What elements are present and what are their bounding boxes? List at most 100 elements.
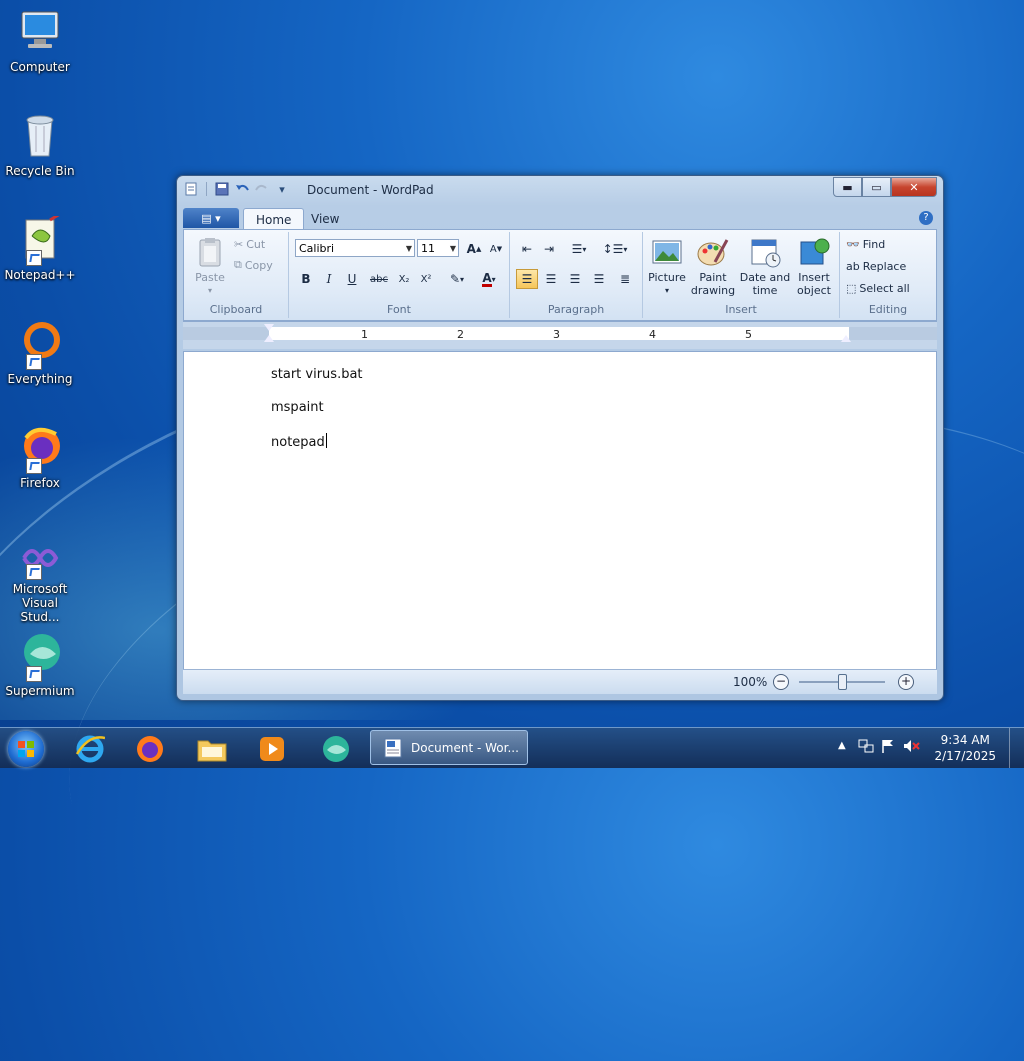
superscript-button[interactable]: X² [415, 269, 437, 289]
bullet-list-icon: ☰ [571, 242, 583, 256]
desktop-icon-computer[interactable]: Computer [4, 8, 76, 74]
paragraph-settings-button[interactable]: ≣ [614, 269, 636, 289]
italic-button[interactable]: I [318, 269, 340, 289]
redo-icon[interactable] [254, 181, 270, 197]
ruler[interactable]: 1 2 3 4 5 [183, 321, 937, 349]
picture-dropdown-icon: ▾ [664, 286, 669, 295]
subscript-button[interactable]: X₂ [393, 269, 415, 289]
document-area[interactable]: start virus.bat mspaint notepad [183, 351, 937, 670]
group-label: Clipboard [209, 303, 263, 316]
cut-button[interactable]: ✂ Cut [234, 238, 265, 251]
line-spacing-button[interactable]: ↕☰ ▾ [598, 239, 632, 259]
taskbar-ie[interactable] [68, 732, 112, 766]
system-tray: ▲ 9:34 AM 2/17/2025 [834, 728, 1024, 768]
ruler-strip [183, 327, 937, 340]
desktop-icon-firefox[interactable]: Firefox [4, 424, 76, 490]
network-icon[interactable] [858, 738, 874, 757]
select-all-button[interactable]: ⬚ Select all [846, 282, 910, 295]
calendar-clock-icon [749, 236, 781, 268]
zoom-slider-thumb[interactable] [838, 674, 847, 690]
taskbar: Document - Wor... ▲ 9:34 AM 2/17/2025 [0, 727, 1024, 768]
ruler-number: 1 [361, 328, 368, 341]
taskbar-window-wordpad[interactable]: Document - Wor... [370, 730, 528, 765]
document-line: start virus.bat [271, 367, 363, 382]
title-bar[interactable]: ▾ Document - WordPad ▬ ▭ ✕ [177, 176, 943, 204]
paint-drawing-button[interactable]: Paint drawing [689, 236, 737, 297]
close-button[interactable]: ✕ [891, 177, 937, 197]
copy-button[interactable]: ⧉ Copy [234, 258, 273, 272]
align-center-button[interactable]: ☰ [540, 269, 562, 289]
zoom-level[interactable]: 100% [733, 675, 767, 689]
hanging-indent-marker[interactable] [264, 335, 274, 342]
font-family-combo[interactable]: Calibri ▼ [295, 239, 415, 257]
replace-button[interactable]: ab Replace [846, 260, 906, 273]
shortcut-arrow-icon [26, 250, 42, 266]
firefox-icon [16, 424, 64, 474]
plus-icon: + [900, 674, 912, 688]
left-indent-marker[interactable] [264, 324, 274, 331]
font-color-button[interactable]: A ▾ [473, 269, 505, 289]
taskbar-media-player[interactable] [250, 732, 294, 766]
clock[interactable]: 9:34 AM 2/17/2025 [934, 732, 996, 764]
desktop-icon-recycle-bin[interactable]: Recycle Bin [4, 112, 76, 178]
help-icon[interactable]: ? [919, 211, 933, 225]
increase-indent-button[interactable]: ⇥ [538, 239, 560, 259]
picture-button[interactable]: Picture ▾ [647, 236, 687, 297]
ruler-right-margin [849, 327, 937, 340]
app-menu-icon[interactable] [183, 181, 199, 197]
action-center-flag-icon[interactable] [880, 738, 896, 757]
bold-button[interactable]: B [295, 269, 317, 289]
paste-button[interactable]: Paste ▾ [190, 236, 230, 297]
align-right-button[interactable]: ☰ [564, 269, 586, 289]
document-line: mspaint [271, 400, 324, 415]
font-size-combo[interactable]: 11 ▼ [417, 239, 459, 257]
desktop-icon-notepadpp[interactable]: Notepad++ [4, 212, 76, 282]
highlight-button[interactable]: ✎ ▾ [441, 269, 473, 289]
save-icon[interactable] [214, 181, 230, 197]
undo-icon[interactable] [234, 181, 250, 197]
align-right-icon: ☰ [569, 272, 581, 286]
grow-font-button[interactable]: A ▲ [463, 239, 485, 259]
justify-button[interactable]: ☰ [588, 269, 610, 289]
insert-object-icon [798, 236, 830, 268]
customize-qat-icon[interactable]: ▾ [274, 181, 290, 197]
zoom-in-button[interactable]: + [898, 674, 914, 690]
taskbar-explorer[interactable] [190, 732, 234, 766]
zoom-out-button[interactable]: − [773, 674, 789, 690]
group-editing: 👓 Find ab Replace ⬚ Select all Editing [840, 232, 936, 318]
right-indent-marker[interactable] [841, 335, 851, 342]
underline-button[interactable]: U [341, 269, 363, 289]
paste-dropdown-icon: ▾ [207, 286, 212, 295]
quick-access-toolbar: ▾ [183, 181, 290, 197]
shortcut-arrow-icon [26, 458, 42, 474]
find-button[interactable]: 👓 Find [846, 238, 885, 251]
shrink-font-button[interactable]: A ▼ [485, 239, 507, 259]
volume-muted-icon[interactable] [902, 738, 920, 757]
desktop-icon-supermium[interactable]: Supermium [4, 632, 76, 698]
desktop-icon-everything[interactable]: Everything [4, 320, 76, 386]
tab-home[interactable]: Home [243, 208, 305, 230]
date-time-button[interactable]: Date and time [739, 236, 791, 297]
show-hidden-icons-icon[interactable]: ▲ [838, 740, 846, 751]
strikethrough-button[interactable]: abc [365, 269, 393, 289]
align-left-icon: ☰ [521, 272, 533, 286]
show-desktop-button[interactable] [1009, 728, 1024, 768]
tab-view[interactable]: View [299, 208, 351, 229]
align-left-button[interactable]: ☰ [516, 269, 538, 289]
start-button[interactable] [8, 731, 44, 767]
taskbar-firefox[interactable] [128, 732, 172, 766]
desktop-icon-label: Recycle Bin [5, 164, 75, 178]
group-insert: Picture ▾ Paint drawing Date and time Inser… [643, 232, 840, 318]
bullets-button[interactable]: ☰ ▾ [562, 239, 596, 259]
maximize-button[interactable]: ▭ [862, 177, 891, 197]
everything-icon [16, 320, 64, 370]
insert-object-button[interactable]: Insert object [791, 236, 837, 297]
decrease-indent-button[interactable]: ⇤ [516, 239, 538, 259]
desktop-icon-visual-studio[interactable]: Microsoft Visual Stud... [4, 538, 76, 624]
file-menu-button[interactable]: ▤ ▾ [183, 208, 239, 228]
paint-palette-icon [697, 236, 729, 268]
desktop-icon-label: Everything [7, 372, 73, 386]
text-caret [325, 433, 327, 448]
minimize-button[interactable]: ▬ [833, 177, 862, 197]
taskbar-supermium[interactable] [314, 732, 358, 766]
